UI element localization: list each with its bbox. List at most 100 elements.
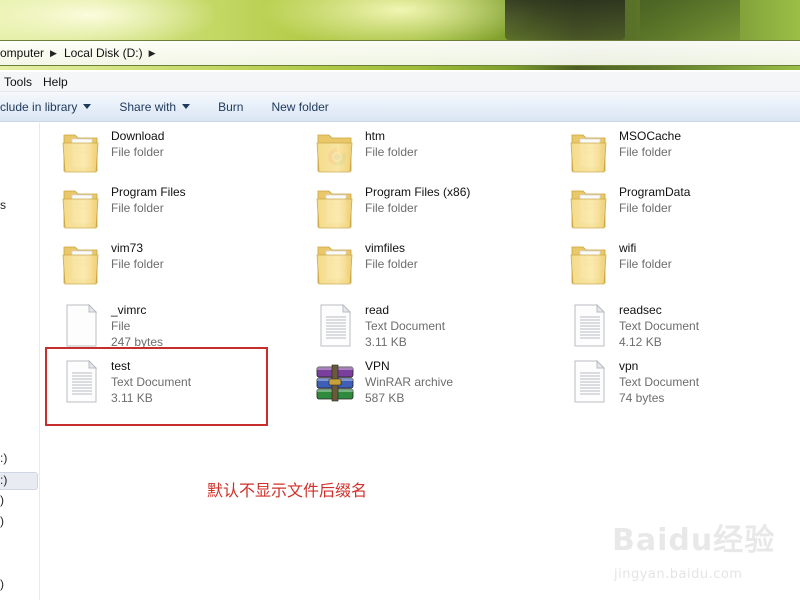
- file-item[interactable]: vim73 File folder: [59, 239, 164, 287]
- file-size: 587 KB: [365, 391, 405, 405]
- file-type: File folder: [619, 145, 672, 159]
- file-type: File: [111, 319, 131, 333]
- baidu-logo: Baidu经验: [612, 523, 776, 558]
- file-type: Text Document: [619, 375, 700, 389]
- file-item[interactable]: readsec Text Document 4.12 KB: [567, 301, 699, 350]
- file-type: Text Document: [365, 319, 446, 333]
- file-item[interactable]: ProgramData File folder: [567, 183, 690, 231]
- file-item-details: readsec Text Document 4.12 KB: [619, 301, 699, 350]
- folder-icon: [59, 127, 103, 175]
- burn-label: Burn: [218, 99, 244, 114]
- file-item[interactable]: Download File folder: [59, 127, 164, 175]
- file-name: ProgramData: [619, 185, 691, 199]
- file-type: File folder: [111, 145, 164, 159]
- file-name: htm: [365, 129, 386, 143]
- file-item-details: ProgramData File folder: [619, 183, 690, 216]
- nav-item-fragment[interactable]: :): [0, 451, 7, 465]
- file-type: File folder: [619, 257, 672, 271]
- annotation-text: 默认不显示文件后缀名: [207, 481, 368, 500]
- menu-tools[interactable]: Tools: [0, 75, 39, 89]
- breadcrumb-computer[interactable]: omputer: [0, 46, 44, 60]
- file-name: MSOCache: [619, 129, 682, 143]
- file-type: File folder: [619, 201, 672, 215]
- file-item[interactable]: VPN WinRAR archive 587 KB: [313, 357, 453, 406]
- file-item-details: read Text Document 3.11 KB: [365, 301, 445, 350]
- new-folder-label: New folder: [271, 99, 329, 114]
- file-type: File folder: [111, 201, 164, 215]
- file-item[interactable]: Program Files (x86) File folder: [313, 183, 470, 231]
- folder-icon: [59, 239, 103, 287]
- file-item[interactable]: _vimrc File 247 bytes: [59, 301, 163, 350]
- menu-bar: Tools Help: [0, 72, 800, 92]
- file-name: vpn: [619, 359, 639, 373]
- command-bar: clude in library Share with Burn New fol…: [0, 92, 800, 122]
- file-item-details: vim73 File folder: [111, 239, 164, 272]
- watermark-url: jingyan.baidu.com: [614, 567, 743, 582]
- menu-help[interactable]: Help: [39, 75, 75, 89]
- nav-item-fragment[interactable]: :): [0, 473, 7, 487]
- chevron-right-icon[interactable]: ▶: [149, 48, 156, 59]
- new-folder-button[interactable]: New folder: [257, 92, 342, 121]
- include-in-library-button[interactable]: clude in library: [0, 92, 105, 121]
- file-item[interactable]: htm File folder: [313, 127, 418, 175]
- highlight-box: [45, 347, 268, 426]
- share-with-button[interactable]: Share with: [105, 92, 204, 121]
- file-type: File folder: [365, 145, 418, 159]
- file-name: vim73: [111, 241, 144, 255]
- file-name: Program Files: [111, 185, 186, 199]
- include-in-library-label: clude in library: [0, 99, 78, 114]
- file-name: vimfiles: [365, 241, 406, 255]
- watermark: Baidu经验 jingyan.baidu.com: [612, 515, 792, 595]
- file-item-details: Download File folder: [111, 127, 164, 160]
- file-name: VPN: [365, 359, 390, 373]
- file-item-details: _vimrc File 247 bytes: [111, 301, 163, 350]
- taskbar-thumbnail: [505, 0, 625, 40]
- chrome-folder-icon: [313, 127, 357, 175]
- folder-icon: [313, 183, 357, 231]
- nav-item-fragment[interactable]: ): [0, 514, 4, 528]
- file-item[interactable]: read Text Document 3.11 KB: [313, 301, 445, 350]
- chevron-right-icon[interactable]: ▶: [50, 48, 57, 59]
- file-name: wifi: [619, 241, 637, 255]
- address-bar[interactable]: omputer ▶ Local Disk (D:) ▶: [0, 40, 800, 66]
- text-document-icon: [567, 301, 611, 349]
- file-item[interactable]: MSOCache File folder: [567, 127, 681, 175]
- dropdown-arrow-icon: [182, 104, 191, 109]
- nav-item-fragment[interactable]: s: [0, 198, 6, 212]
- folder-icon: [59, 183, 103, 231]
- dropdown-arrow-icon: [83, 104, 92, 109]
- file-name: readsec: [619, 303, 662, 317]
- folder-icon: [313, 239, 357, 287]
- file-name: read: [365, 303, 390, 317]
- breadcrumb-local-disk[interactable]: Local Disk (D:): [64, 46, 143, 60]
- file-item[interactable]: wifi File folder: [567, 239, 672, 287]
- file-size: 3.11 KB: [365, 335, 407, 349]
- file-item-details: vimfiles File folder: [365, 239, 418, 272]
- file-item-details: Program Files (x86) File folder: [365, 183, 470, 216]
- file-item[interactable]: vpn Text Document 74 bytes: [567, 357, 699, 406]
- file-item[interactable]: Program Files File folder: [59, 183, 186, 231]
- nav-item-fragment[interactable]: ): [0, 493, 4, 507]
- winrar-archive-icon: [313, 357, 357, 405]
- file-item-details: Program Files File folder: [111, 183, 186, 216]
- file-item-details: wifi File folder: [619, 239, 672, 272]
- breadcrumb: omputer ▶ Local Disk (D:) ▶: [0, 41, 163, 65]
- file-item-details: VPN WinRAR archive 587 KB: [365, 357, 453, 406]
- folder-icon: [567, 183, 611, 231]
- nav-item-fragment[interactable]: ): [0, 577, 4, 591]
- file-item-details: MSOCache File folder: [619, 127, 681, 160]
- file-size: 4.12 KB: [619, 335, 662, 349]
- file-item-details: vpn Text Document 74 bytes: [619, 357, 699, 406]
- file-item[interactable]: vimfiles File folder: [313, 239, 418, 287]
- text-document-icon: [567, 357, 611, 405]
- navigation-pane[interactable]: s :) :) ) ) ): [0, 123, 40, 600]
- file-size: 74 bytes: [619, 391, 665, 405]
- file-item-details: htm File folder: [365, 127, 418, 160]
- file-type: File folder: [365, 201, 418, 215]
- burn-button[interactable]: Burn: [204, 92, 257, 121]
- folder-icon: [567, 239, 611, 287]
- folder-icon: [567, 127, 611, 175]
- share-with-label: Share with: [119, 99, 177, 114]
- blank-file-icon: [59, 301, 103, 349]
- file-name: _vimrc: [111, 303, 147, 317]
